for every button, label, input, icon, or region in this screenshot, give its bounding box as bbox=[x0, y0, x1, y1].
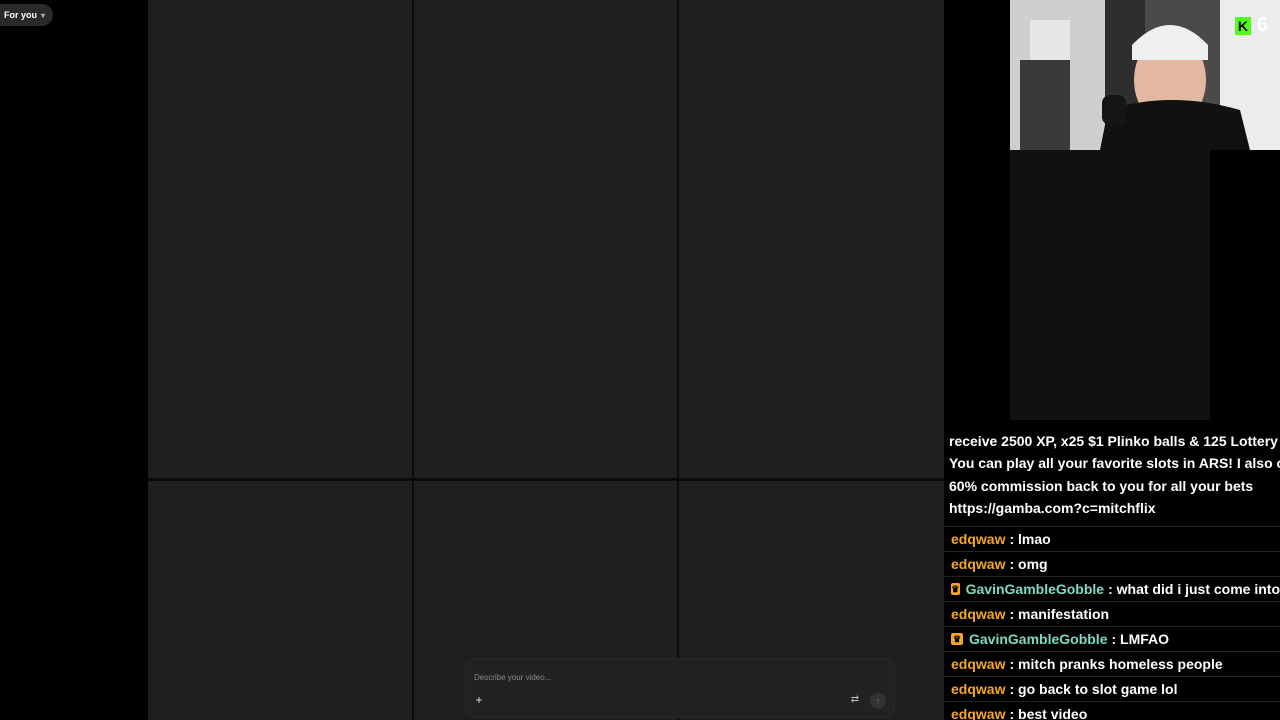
chat-message: edqwaw : omg bbox=[944, 552, 1280, 577]
video-tile[interactable] bbox=[148, 0, 412, 478]
chat-message: ♛ GavinGambleGobble : LMFAO bbox=[944, 627, 1280, 652]
overlay-panel bbox=[1010, 150, 1210, 420]
chat-separator: : bbox=[1009, 655, 1019, 672]
video-tile[interactable] bbox=[414, 0, 677, 478]
chat-text: manifestation bbox=[1018, 605, 1110, 622]
crown-badge-icon: ♛ bbox=[951, 632, 963, 645]
chat-separator: : bbox=[1009, 680, 1019, 697]
bot-message: receive 2500 XP, x25 $1 Plinko balls & 1… bbox=[944, 426, 1280, 527]
grid-divider bbox=[412, 0, 414, 720]
video-grid bbox=[148, 0, 944, 720]
add-icon[interactable]: + bbox=[472, 693, 486, 707]
chat-username: edqwaw bbox=[951, 655, 1006, 672]
chat-username: edqwaw bbox=[951, 605, 1006, 622]
chat-text: LMFAO bbox=[1120, 630, 1170, 647]
grid-divider bbox=[148, 478, 944, 481]
chat-username: edqwaw bbox=[951, 680, 1006, 697]
chat-text: best video bbox=[1018, 705, 1088, 720]
chat-text: omg bbox=[1018, 555, 1048, 572]
chat-message: edqwaw : manifestation bbox=[944, 602, 1280, 627]
settings-sliders-icon[interactable]: ⇄ bbox=[848, 693, 862, 707]
kick-viewer-count: 6 bbox=[1256, 14, 1268, 36]
grid-divider bbox=[677, 0, 679, 720]
chat-text: what did i just come into bbox=[1116, 580, 1280, 597]
chat-separator: : bbox=[1009, 530, 1019, 547]
describe-video-input[interactable] bbox=[472, 667, 776, 687]
video-tile[interactable] bbox=[679, 0, 944, 478]
bot-line: receive 2500 XP, x25 $1 Plinko balls & 1… bbox=[949, 433, 1278, 449]
chat-text: lmao bbox=[1018, 530, 1051, 547]
chat-username: GavinGambleGobble bbox=[965, 580, 1105, 597]
chat-text: mitch pranks homeless people bbox=[1018, 655, 1223, 672]
chat-text: go back to slot game lol bbox=[1018, 680, 1178, 697]
video-prompt-box: + ⇄ ↑ bbox=[466, 659, 894, 717]
webcam-feed: K 6 bbox=[1010, 0, 1280, 150]
chat-message: edqwaw : go back to slot game lol bbox=[944, 677, 1280, 702]
chat-message: ♛ GavinGambleGobble : what did i just co… bbox=[944, 577, 1280, 602]
chevron-down-icon: ▾ bbox=[41, 10, 46, 20]
left-sidebar: For you ▾ bbox=[0, 0, 148, 720]
chat-message: edqwaw : lmao bbox=[944, 527, 1280, 552]
bot-line: You can play all your favorite slots in … bbox=[949, 455, 1280, 472]
chat-separator: : bbox=[1111, 630, 1121, 647]
chat-message: edqwaw : best video bbox=[944, 702, 1280, 720]
chat-separator: : bbox=[1009, 705, 1019, 720]
bot-line: https://gamba.com?c=mitchflix bbox=[949, 500, 1156, 517]
chat-username: edqwaw bbox=[951, 530, 1006, 547]
chat-separator: : bbox=[1009, 555, 1019, 572]
chat-separator: : bbox=[1009, 605, 1019, 622]
chat-username: GavinGambleGobble bbox=[969, 630, 1108, 647]
for-you-label: For you bbox=[4, 10, 37, 20]
chat-username: edqwaw bbox=[951, 705, 1006, 720]
send-arrow-icon[interactable]: ↑ bbox=[870, 693, 886, 709]
kick-viewer-badge: K 6 bbox=[1234, 14, 1268, 37]
chat-separator: : bbox=[1108, 580, 1117, 597]
video-tile[interactable] bbox=[148, 481, 412, 720]
crown-badge-icon: ♛ bbox=[951, 582, 960, 595]
kick-logo-icon: K bbox=[1234, 16, 1251, 35]
for-you-dropdown[interactable]: For you ▾ bbox=[0, 4, 54, 26]
chat-message: edqwaw : mitch pranks homeless people bbox=[944, 652, 1280, 677]
chat-overlay: receive 2500 XP, x25 $1 Plinko balls & 1… bbox=[944, 420, 1280, 720]
chat-username: edqwaw bbox=[951, 555, 1006, 572]
bot-line: 60% commission back to you for all your … bbox=[949, 477, 1254, 494]
